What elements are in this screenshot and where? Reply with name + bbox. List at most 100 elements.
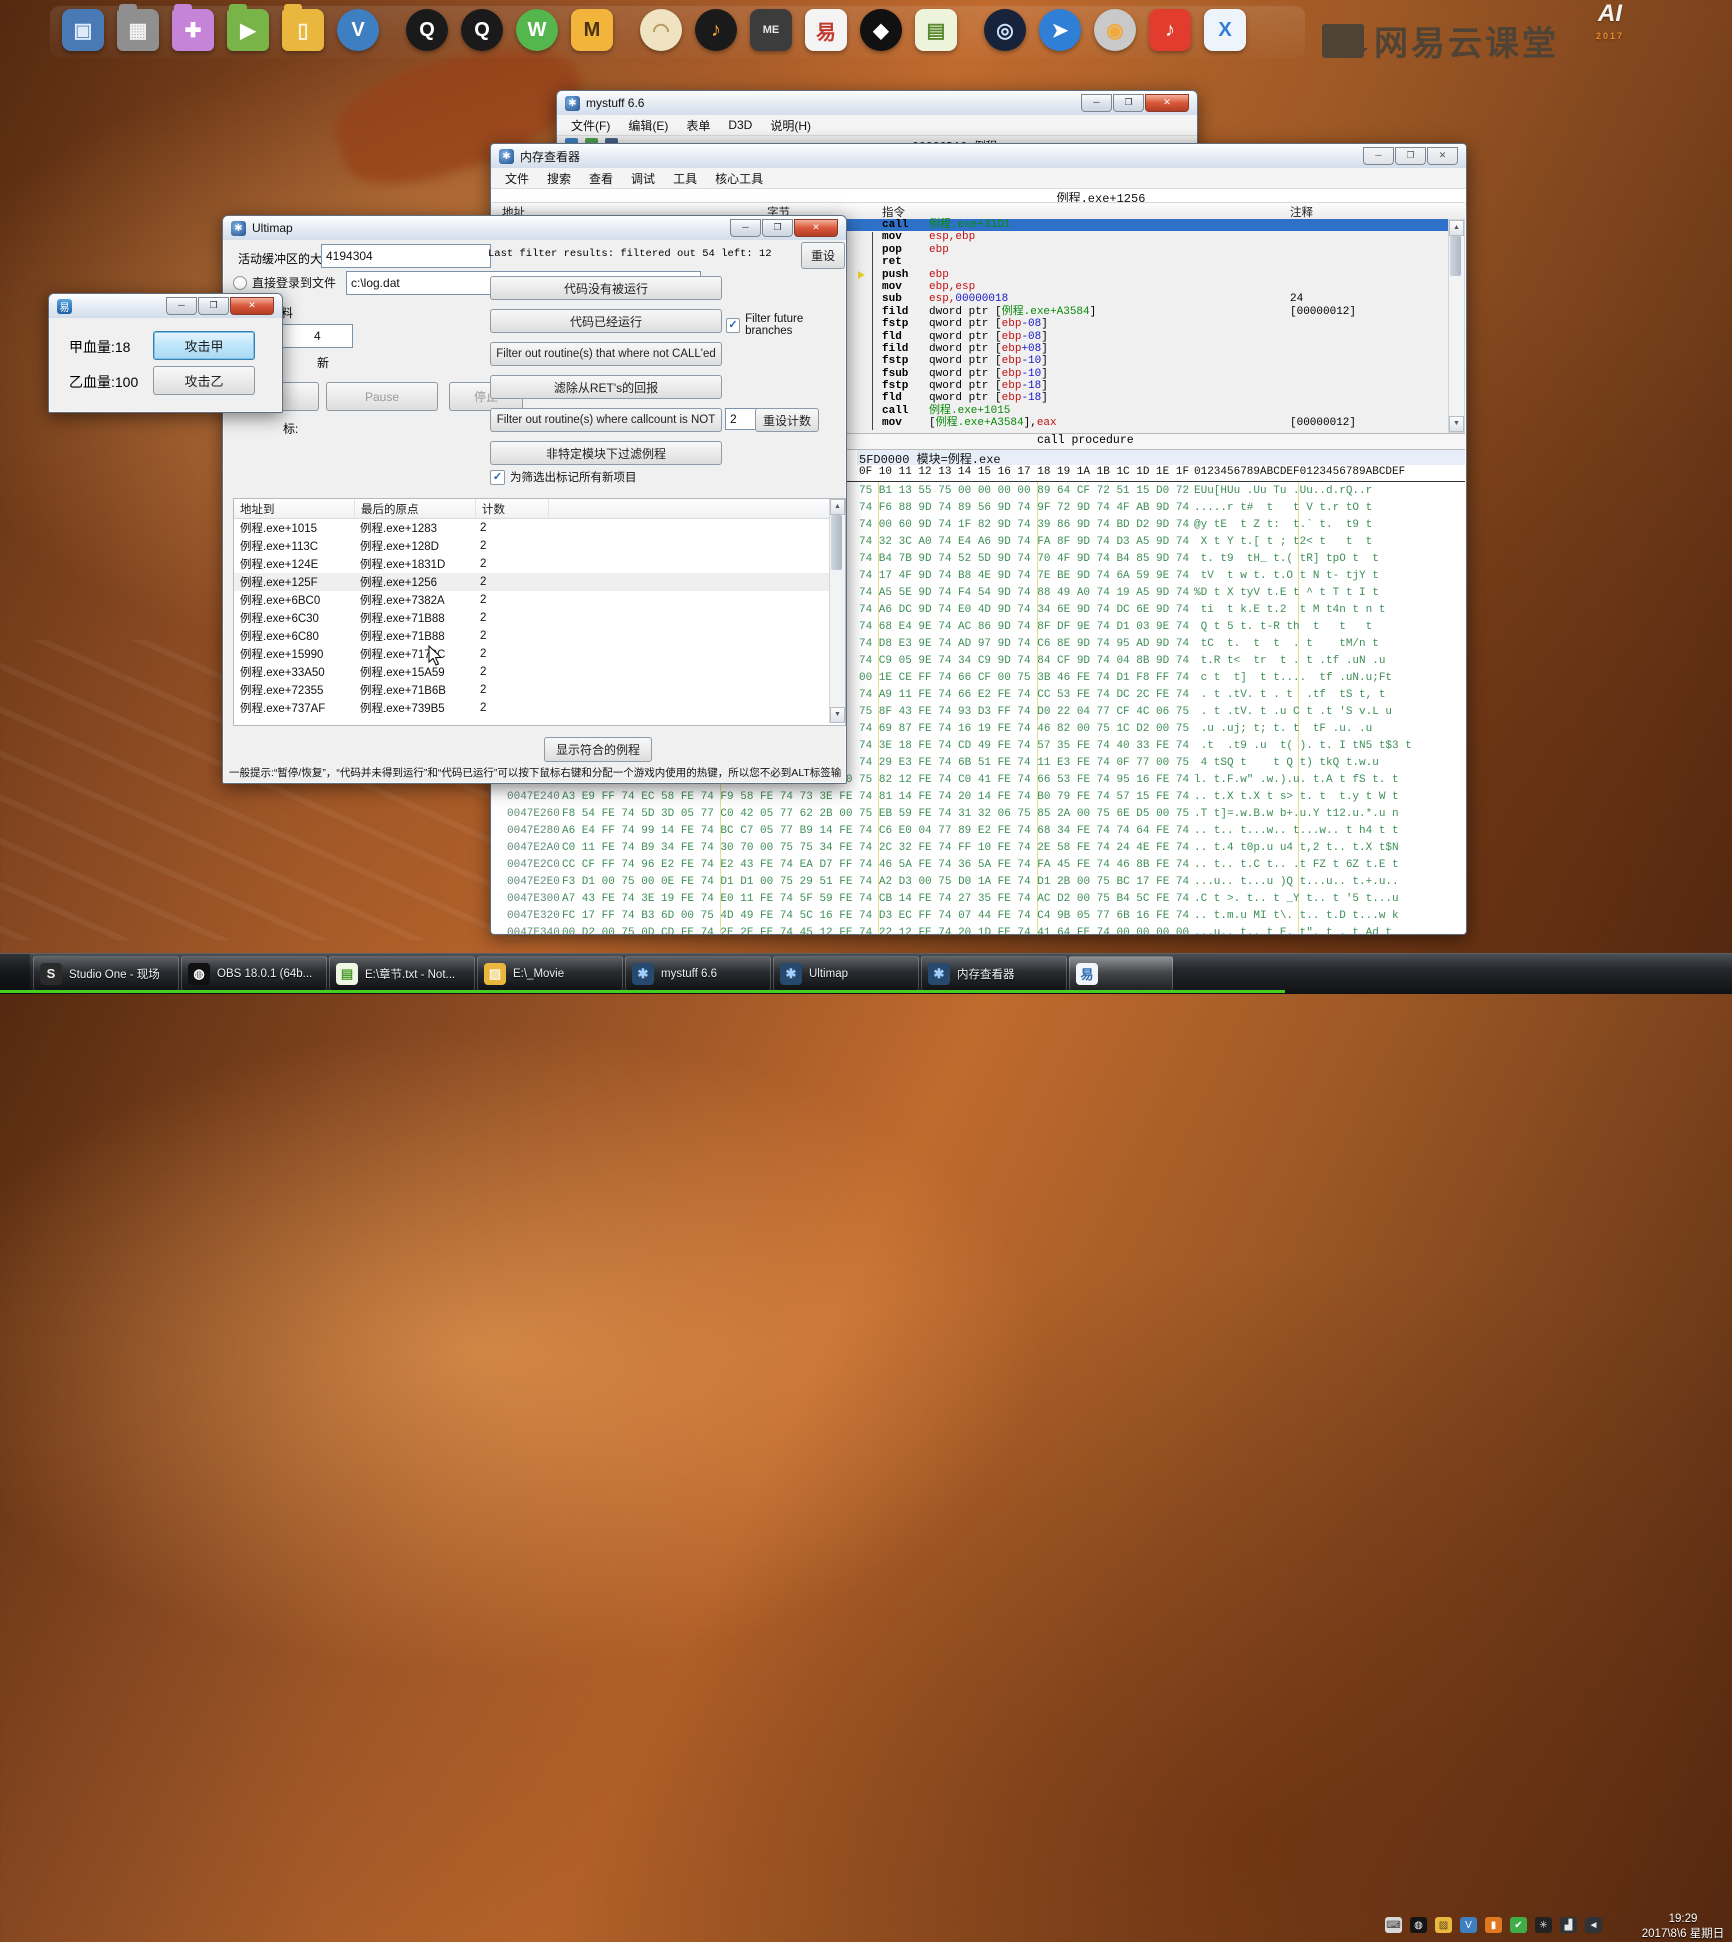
close-button[interactable]: ✕	[794, 219, 838, 237]
my-computer-icon[interactable]: ▣	[62, 9, 104, 51]
ultimap-list-row[interactable]: 例程.exe+6C80例程.exe+71B882	[234, 627, 845, 645]
notes-grass-icon[interactable]: ▤	[915, 9, 957, 51]
browser-icon[interactable]: ➤	[1039, 9, 1081, 51]
mystuff-titlebar[interactable]: ✱ mystuff 6.6 ─ ❐ ✕	[557, 91, 1197, 115]
netease-music-icon[interactable]: ♪	[1149, 9, 1191, 51]
taskbar-ultimap[interactable]: ✱Ultimap	[773, 956, 919, 991]
scroll-up-icon[interactable]: ▲	[830, 499, 845, 515]
code-executed-button[interactable]: 代码已经运行	[490, 309, 722, 333]
taskbar-explorer[interactable]: ▨E:\_Movie	[477, 956, 623, 991]
attack-b-button[interactable]: 攻击乙	[153, 366, 255, 395]
hex-row[interactable]: 0047E260F8 54 FE 74 5D 3D 05 77 C0 42 05…	[492, 806, 1465, 823]
tray-folder-icon[interactable]: ▨	[1435, 1917, 1452, 1933]
memory-viewer-menu-item-0[interactable]: 文件	[497, 168, 537, 189]
close-button[interactable]: ✕	[1427, 147, 1458, 165]
ultimap-list-row[interactable]: 例程.exe+124E例程.exe+1831D2	[234, 555, 845, 573]
ultimap-list-row[interactable]: 例程.exe+737AF例程.exe+739B52	[234, 699, 845, 717]
attack-a-button[interactable]: 攻击甲	[153, 331, 255, 360]
col-instruction[interactable]: 指令	[882, 204, 905, 220]
fl-studio-icon[interactable]: ♪	[695, 9, 737, 51]
memory-viewer-menu-item-5[interactable]: 核心工具	[707, 168, 771, 189]
hex-row[interactable]: 0047E34000 D2 00 75 0D CD FE 74 2E 2E FE…	[492, 925, 1465, 935]
mystuff-menu-item-0[interactable]: 文件(F)	[563, 115, 618, 136]
hex-row[interactable]: 0047E240A3 E9 FF 74 EC 58 FE 74 F9 58 FE…	[492, 789, 1465, 806]
mark-new-items-checkbox[interactable]: ✓ 为筛选出标记所有新项目	[490, 469, 637, 485]
scroll-thumb[interactable]	[1450, 236, 1461, 276]
hex-row[interactable]: 0047E300A7 43 FE 74 3E 19 FE 74 E0 11 FE…	[492, 891, 1465, 908]
ultimap-list-row[interactable]: 例程.exe+6C30例程.exe+71B882	[234, 609, 845, 627]
minimize-button[interactable]: ─	[730, 219, 761, 237]
pause-button[interactable]: Pause	[326, 382, 438, 411]
minimize-button[interactable]: ─	[1363, 147, 1394, 165]
ultimap-list-row[interactable]: 例程.exe+113C例程.exe+128D2	[234, 537, 845, 555]
ultimap-list-row[interactable]: 例程.exe+6BC0例程.exe+7382A2	[234, 591, 845, 609]
taskbar-easy-app[interactable]: 易	[1069, 956, 1173, 991]
scroll-down-icon[interactable]: ▼	[830, 707, 845, 723]
module-filter-button[interactable]: 非特定模块下过滤例程	[490, 441, 722, 465]
tray-network-icon[interactable]: ▟	[1560, 1917, 1577, 1933]
scroll-down-icon[interactable]: ▼	[1449, 416, 1464, 432]
taskbar-obs[interactable]: ◍OBS 18.0.1 (64b...	[181, 956, 327, 991]
game-mascot-icon[interactable]: M	[571, 9, 613, 51]
tray-keyboard-icon[interactable]: ⌨	[1385, 1917, 1402, 1933]
tray-satellite-icon[interactable]: ✳	[1535, 1917, 1552, 1933]
disasm-scrollbar[interactable]: ▲ ▼	[1448, 219, 1465, 433]
ultimap-list-row[interactable]: 例程.exe+72355例程.exe+71B6B2	[234, 681, 845, 699]
memory-viewer-titlebar[interactable]: ✱ 内存查看器 ─ ❐ ✕	[491, 144, 1466, 168]
maximize-button[interactable]: ❐	[762, 219, 793, 237]
taskbar-studio-one[interactable]: SStudio One - 现场	[33, 956, 179, 991]
scroll-up-icon[interactable]: ▲	[1449, 220, 1464, 236]
folder-games-icon[interactable]: ▶	[227, 9, 269, 51]
ultimap-list-row[interactable]: 例程.exe+33A50例程.exe+15A592	[234, 663, 845, 681]
maximize-button[interactable]: ❐	[1395, 147, 1426, 165]
reset-button[interactable]: 重设	[801, 242, 845, 269]
shell-icon[interactable]: ◠	[640, 9, 682, 51]
unity-icon[interactable]: ◆	[860, 9, 902, 51]
memory-viewer-menu-item-1[interactable]: 搜索	[539, 168, 579, 189]
folder-docs-icon[interactable]: ▯	[282, 9, 324, 51]
hex-row[interactable]: 0047E320FC 17 FF 74 B3 6D 00 75 4D 49 FE…	[492, 908, 1465, 925]
col-comment[interactable]: 注释	[1290, 204, 1313, 220]
wechat-icon[interactable]: W	[516, 9, 558, 51]
col-count[interactable]: 计数	[476, 499, 549, 518]
memory-viewer-menu-item-3[interactable]: 调试	[623, 168, 663, 189]
folder-gray-icon[interactable]: ▦	[117, 9, 159, 51]
hex-row[interactable]: 0047E2E0F3 D1 00 75 00 0E FE 74 D1 D1 00…	[492, 874, 1465, 891]
taskbar-mystuff[interactable]: ✱mystuff 6.6	[625, 956, 771, 991]
code-not-executed-button[interactable]: 代码没有被运行	[490, 276, 722, 300]
maximize-button[interactable]: ❐	[198, 297, 229, 315]
game-window-titlebar[interactable]: 易 ─ ❐ ✕	[49, 294, 282, 318]
hex-row[interactable]: 0047E280A6 E4 FF 74 99 14 FE 74 BC C7 05…	[492, 823, 1465, 840]
mass-effect-icon[interactable]: ME	[750, 9, 792, 51]
ultimap-list-row[interactable]: 例程.exe+125F例程.exe+12562	[234, 573, 845, 591]
hex-row[interactable]: 0047E2A0C0 11 FE 74 B9 34 FE 74 30 70 00…	[492, 840, 1465, 857]
log-to-file-radio[interactable]: 直接登录到文件	[233, 274, 336, 291]
filter-ret-button[interactable]: 滤除从RET's的回报	[490, 375, 722, 399]
thunder-icon[interactable]: X	[1204, 9, 1246, 51]
mystuff-menu-item-4[interactable]: 说明(H)	[762, 115, 819, 136]
filter-not-called-button[interactable]: Filter out routine(s) that where not CAL…	[490, 342, 722, 366]
maximize-button[interactable]: ❐	[1113, 94, 1144, 112]
mystuff-menu-item-3[interactable]: D3D	[720, 116, 760, 134]
callcount-input[interactable]: 2	[725, 408, 759, 430]
reset-count-button[interactable]: 重设计数	[755, 408, 819, 432]
close-button[interactable]: ✕	[1145, 94, 1189, 112]
memory-viewer-menu-item-2[interactable]: 查看	[581, 168, 621, 189]
col-last-origin[interactable]: 最后的原点	[355, 499, 476, 518]
tray-obs-icon[interactable]: ◍	[1410, 1917, 1427, 1933]
close-button[interactable]: ✕	[230, 297, 274, 315]
steam-icon[interactable]: ◎	[984, 9, 1026, 51]
overwatch-icon[interactable]: ◉	[1094, 9, 1136, 51]
mystuff-menu-item-1[interactable]: 编辑(E)	[620, 115, 676, 136]
memory-viewer-menu-item-4[interactable]: 工具	[665, 168, 705, 189]
col-address-to[interactable]: 地址到	[234, 499, 355, 518]
tray-v-app-icon[interactable]: V	[1460, 1917, 1477, 1933]
mystuff-menu-item-2[interactable]: 表单	[678, 115, 718, 136]
hex-row[interactable]: 0047E2C0CC CF FF 74 96 E2 FE 74 E2 43 FE…	[492, 857, 1465, 874]
netease-seal-icon[interactable]: 易	[805, 9, 847, 51]
filter-callcount-button[interactable]: Filter out routine(s) where callcount is…	[490, 408, 722, 432]
v-app-icon[interactable]: V	[337, 9, 379, 51]
taskbar-start-area[interactable]	[0, 954, 30, 994]
tray-shield-icon[interactable]: ✔	[1510, 1917, 1527, 1933]
tray-volume-icon[interactable]: ◄	[1585, 1917, 1602, 1933]
